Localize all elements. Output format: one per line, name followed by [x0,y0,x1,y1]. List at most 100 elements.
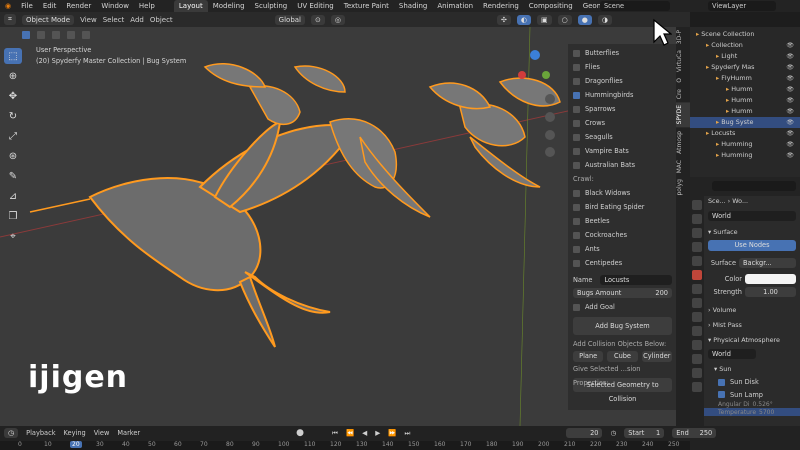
collection-tab-icon[interactable] [692,284,702,294]
select-subtract-icon[interactable] [52,31,60,39]
data-tab-icon[interactable] [692,368,702,378]
tab-modeling[interactable]: Modeling [208,0,250,12]
add-goal-checkbox[interactable]: Add Goal [568,300,676,314]
color-swatch[interactable] [745,274,796,284]
current-frame-field[interactable]: 20 [566,428,603,438]
shading-material-icon[interactable]: ◑ [597,14,612,25]
end-frame-field[interactable]: End 250 [672,428,717,438]
tab-rendering[interactable]: Rendering [478,0,524,12]
cursor-icon[interactable]: ⊕ [4,68,22,84]
sun-subpanel-header[interactable]: ▾ Sun [704,364,800,375]
select-intersect-icon[interactable] [82,31,90,39]
add-cube-icon[interactable]: ❒ [4,208,22,224]
modifier-tab-icon[interactable] [692,312,702,322]
next-key-icon[interactable]: ⏩ [388,429,396,437]
world-tab-icon[interactable] [692,270,702,280]
scale-icon[interactable]: ⤢ [4,128,22,144]
fly-item-seagulls[interactable]: Seagulls [568,130,676,144]
fly-item-vampire-bats[interactable]: Vampire Bats [568,144,676,158]
selected-geometry-button[interactable]: Selected Geometry to Collision [573,378,672,403]
object-menu[interactable]: Object [150,16,173,24]
move-icon[interactable]: ✥ [4,88,22,104]
tab-compositing[interactable]: Compositing [524,0,578,12]
menu-file[interactable]: File [16,0,38,12]
surface-panel-header[interactable]: ▾ Surface [704,227,800,238]
timeline-ruler[interactable]: 0 10 20 30 40 50 60 70 80 90 100 110 120 130 140 150 160… [0,441,690,450]
jump-start-icon[interactable]: ⏮ [332,429,338,438]
outliner-row[interactable]: ▸ Bug Syste 👁 [690,117,800,128]
visibility-eye-icon[interactable]: 👁 [786,150,794,161]
origin-icon[interactable]: ⌖ [4,228,22,244]
fly-item-hummingbirds[interactable]: Hummingbirds [568,88,676,102]
zoom-icon[interactable] [545,94,555,104]
visibility-eye-icon[interactable]: 👁 [786,73,794,84]
gizmo-toggle-icon[interactable]: ✣ [497,14,511,25]
crawl-item-black-widows[interactable]: Black Widows [568,186,676,200]
visibility-eye-icon[interactable]: 👁 [786,128,794,139]
npanel-tab-2[interactable]: O [676,75,690,86]
select-menu[interactable]: Select [103,16,125,24]
annotate-icon[interactable]: ✎ [4,168,22,184]
outliner-row[interactable]: ▸ Humm 👁 [690,84,800,95]
record-icon[interactable]: ● [296,428,304,438]
material-tab-icon[interactable] [692,382,702,392]
object-tab-icon[interactable] [692,298,702,308]
fly-item-crows[interactable]: Crows [568,116,676,130]
npanel-tab-3[interactable]: Cre [676,86,690,102]
rotate-icon[interactable]: ↻ [4,108,22,124]
world2-field[interactable]: World [708,349,756,359]
viewlayer-selector[interactable]: ViewLayer [708,1,776,11]
visibility-eye-icon[interactable]: 👁 [786,139,794,150]
npanel-tab-1[interactable]: VirtuCa [676,47,690,75]
mode-dropdown[interactable]: Object Mode [21,14,75,25]
fly-item-australian-bats[interactable]: Australian Bats [568,158,676,172]
npanel-tab-0[interactable]: 3D-P [676,27,690,47]
tab-shading[interactable]: Shading [394,0,432,12]
pan-hand-icon[interactable] [545,112,555,122]
outliner-row[interactable]: ▸ Spyderfy Mas 👁 [690,62,800,73]
menu-help[interactable]: Help [134,0,160,12]
hummingbird-main[interactable] [29,120,357,348]
outliner-row[interactable]: ▸ Locusts 👁 [690,128,800,139]
crawl-item-bird-eating-spider[interactable]: Bird Eating Spider [568,200,676,214]
prev-key-icon[interactable]: ⏪ [346,429,354,437]
tab-sculpting[interactable]: Sculpting [250,0,293,12]
outliner-row[interactable]: ▸ Humm 👁 [690,95,800,106]
play-icon[interactable]: ▶ [375,429,380,437]
fly-item-flies[interactable]: Flies [568,60,676,74]
fly-item-sparrows[interactable]: Sparrows [568,102,676,116]
outliner-row[interactable]: ▸ Humming 👁 [690,139,800,150]
gizmo-z-icon[interactable] [530,50,540,60]
visibility-eye-icon[interactable]: 👁 [786,51,794,62]
mist-pass-header[interactable]: › Mist Pass [704,320,800,331]
cube-button[interactable]: Cube [607,351,638,362]
sun-disk-checkbox[interactable]: Sun Disk [704,375,800,389]
volume-panel-header[interactable]: › Volume [704,305,800,316]
bugs-amount-field[interactable]: Bugs Amount 200 [573,288,672,298]
scene-selector[interactable]: Scene [600,1,670,11]
timeline-editor-icon[interactable]: ◷ [4,428,19,438]
proportional-edit-icon[interactable]: ◎ [330,14,345,25]
keying-menu[interactable]: Keying [64,429,86,437]
tab-texture-paint[interactable]: Texture Paint [339,0,394,12]
crawl-item-beetles[interactable]: Beetles [568,214,676,228]
crawl-item-ants[interactable]: Ants [568,242,676,256]
marker-menu[interactable]: Marker [117,429,140,437]
tab-animation[interactable]: Animation [432,0,478,12]
shading-solid-icon[interactable]: ● [577,14,592,25]
constraints-tab-icon[interactable] [692,354,702,364]
npanel-tab-6[interactable]: MAC [676,157,690,176]
menu-render[interactable]: Render [61,0,96,12]
sun-lamp-checkbox[interactable]: Sun Lamp [704,389,800,400]
visibility-eye-icon[interactable]: 👁 [786,95,794,106]
select-new-icon[interactable] [22,31,30,39]
use-nodes-button[interactable]: Use Nodes [708,240,796,251]
transform-icon[interactable]: ⊛ [4,148,22,164]
ortho-toggle-icon[interactable] [545,147,555,157]
npanel-tab-4[interactable]: SPYDE [676,102,690,128]
outliner-row[interactable]: ▸ Collection 👁 [690,40,800,51]
visibility-eye-icon[interactable]: 👁 [786,84,794,95]
name-field[interactable]: Locusts [600,275,672,285]
menu-window[interactable]: Window [96,0,134,12]
timeline-view-menu[interactable]: View [94,429,110,437]
